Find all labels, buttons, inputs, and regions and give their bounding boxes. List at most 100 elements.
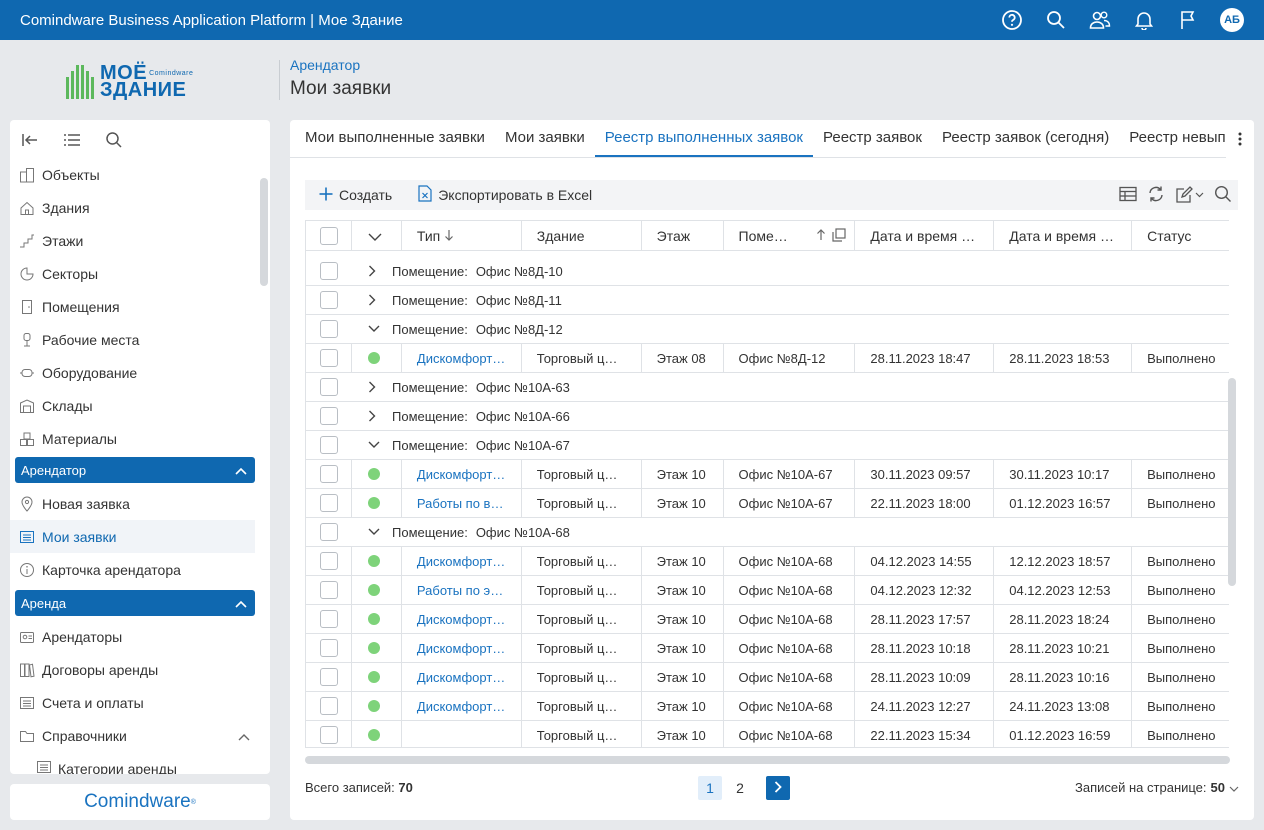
collapse-sidebar-icon[interactable] [20, 130, 40, 150]
tab-requests-registry-today[interactable]: Реестр заявок (сегодня) [932, 120, 1119, 157]
chevron-right-icon[interactable] [352, 373, 392, 401]
cell-type-link[interactable]: Дискомфорт… [402, 692, 522, 720]
sidebar-item-my-requests[interactable]: Мои заявки [10, 520, 255, 553]
sidebar-item-rooms[interactable]: Помещения [10, 290, 270, 323]
next-page-button[interactable] [766, 776, 790, 800]
tab-my-completed-requests[interactable]: Мои выполненные заявки [295, 120, 495, 157]
chevron-right-icon[interactable] [352, 257, 392, 285]
sidebar-scrollbar[interactable] [260, 178, 268, 286]
avatar[interactable]: АБ [1220, 8, 1244, 32]
row-checkbox[interactable] [320, 465, 338, 483]
expand-all-toggle[interactable] [352, 221, 402, 251]
breadcrumb[interactable]: Арендатор [290, 57, 360, 73]
sidebar-item-buildings[interactable]: Здания [10, 191, 270, 224]
chevron-down-icon[interactable] [352, 315, 392, 343]
sidebar-group-rent[interactable]: Аренда [15, 590, 255, 616]
row-checkbox[interactable] [320, 697, 338, 715]
group-row[interactable]: Помещение: Офис №10А-67 [306, 431, 1229, 460]
sidebar-item-new-request[interactable]: Новая заявка [10, 487, 270, 520]
table-row[interactable]: Торговый ц… Этаж 10 Офис №10А-68 22.11.2023… [306, 721, 1229, 747]
row-checkbox[interactable] [320, 378, 338, 396]
sidebar-group-tenant[interactable]: Арендатор [15, 457, 255, 483]
group-row[interactable]: Помещение: Офис №10А-66 [306, 402, 1229, 431]
table-row[interactable]: Дискомфорт… Торговый ц… Этаж 10 Офис №10А-6… [306, 605, 1229, 634]
page-2-button[interactable]: 2 [728, 776, 752, 800]
cell-type-link[interactable]: Работы по э… [402, 576, 522, 604]
cell-type-link[interactable]: Дискомфорт… [402, 547, 522, 575]
select-all-checkbox[interactable] [320, 227, 338, 245]
chevron-right-icon[interactable] [352, 402, 392, 430]
grid-vertical-scrollbar[interactable] [1228, 378, 1236, 586]
tab-requests-registry[interactable]: Реестр заявок [813, 120, 932, 157]
create-button[interactable]: Создать [305, 187, 392, 204]
refresh-icon[interactable] [1147, 185, 1165, 206]
chevron-up-icon[interactable] [238, 728, 250, 744]
table-row[interactable]: Дискомфорт… Торговый ц… Этаж 10 Офис №10А-6… [306, 663, 1229, 692]
row-checkbox[interactable] [320, 523, 338, 541]
sidebar-item-contracts[interactable]: Договоры аренды [10, 653, 270, 686]
row-checkbox[interactable] [320, 407, 338, 425]
row-checkbox[interactable] [320, 581, 338, 599]
sidebar-search-icon[interactable] [104, 130, 124, 150]
flag-icon[interactable] [1166, 0, 1210, 40]
help-icon[interactable] [990, 0, 1034, 40]
export-excel-button[interactable]: Экспортировать в Excel [392, 185, 592, 205]
row-checkbox[interactable] [320, 494, 338, 512]
sidebar-item-materials[interactable]: Материалы [10, 422, 270, 455]
row-checkbox[interactable] [320, 291, 338, 309]
sidebar-item-tenant-card[interactable]: Карточка арендатора [10, 553, 270, 586]
column-header-building[interactable]: Здание [522, 221, 642, 251]
more-tabs-icon[interactable] [1226, 120, 1254, 158]
sidebar-item-floors[interactable]: Этажи [10, 224, 270, 257]
bell-icon[interactable] [1122, 0, 1166, 40]
tab-completed-requests-registry[interactable]: Реестр выполненных заявок [594, 120, 813, 157]
sidebar-item-objects[interactable]: Объекты [10, 158, 270, 191]
group-row[interactable]: Помещение: Офис №8Д-12 [306, 315, 1229, 344]
search-icon[interactable] [1034, 0, 1078, 40]
sidebar-item-sectors[interactable]: Секторы [10, 257, 270, 290]
cell-type-link[interactable]: Дискомфорт… [402, 663, 522, 691]
column-header-status[interactable]: Статус [1132, 221, 1229, 251]
column-header-date-start[interactable]: Дата и время … [855, 221, 995, 251]
sidebar-subitem-rent-categories[interactable]: Категории аренды [10, 752, 270, 774]
table-row[interactable]: Дискомфорт… Торговый ц… Этаж 10 Офис №10А-6… [306, 460, 1229, 489]
sidebar-item-workplaces[interactable]: Рабочие места [10, 323, 270, 356]
row-checkbox[interactable] [320, 639, 338, 657]
sidebar-item-references[interactable]: Справочники [10, 719, 270, 752]
row-checkbox[interactable] [320, 320, 338, 338]
sidebar-item-tenants[interactable]: Арендаторы [10, 620, 270, 653]
sidebar-item-invoices[interactable]: Счета и оплаты [10, 686, 270, 719]
table-row[interactable]: Дискомфорт… Торговый ц… Этаж 08 Офис №8Д-12… [306, 344, 1229, 373]
records-per-page[interactable]: Записей на странице: 50 [1075, 780, 1239, 795]
row-checkbox[interactable] [320, 349, 338, 367]
chevron-right-icon[interactable] [352, 286, 392, 314]
row-checkbox[interactable] [320, 610, 338, 628]
column-header-room[interactable]: Поме… [724, 221, 856, 251]
table-row[interactable]: Работы по в… Торговый ц… Этаж 10 Офис №10А-… [306, 489, 1229, 518]
table-row[interactable]: Дискомфорт… Торговый ц… Этаж 10 Офис №10А-6… [306, 547, 1229, 576]
cell-type-link[interactable]: Дискомфорт… [402, 634, 522, 662]
column-header-type[interactable]: Тип [402, 221, 522, 251]
table-row[interactable]: Работы по э… Торговый ц… Этаж 10 Офис №10А-… [306, 576, 1229, 605]
sidebar-item-warehouses[interactable]: Склады [10, 389, 270, 422]
cell-type-link[interactable]: Работы по в… [402, 489, 522, 517]
row-checkbox[interactable] [320, 726, 338, 744]
table-settings-icon[interactable] [1119, 186, 1137, 205]
row-checkbox[interactable] [320, 262, 338, 280]
page-1-button[interactable]: 1 [698, 776, 722, 800]
group-row[interactable]: Помещение: Офис №10А-63 [306, 373, 1229, 402]
edit-icon[interactable] [1175, 186, 1204, 204]
cell-type-link[interactable]: Дискомфорт… [402, 344, 522, 372]
cell-type-link[interactable] [402, 721, 522, 747]
grid-search-icon[interactable] [1214, 185, 1232, 206]
group-row[interactable]: Помещение: Офис №10А-68 [306, 518, 1229, 547]
row-checkbox[interactable] [320, 436, 338, 454]
tab-my-requests[interactable]: Мои заявки [495, 120, 595, 157]
cell-type-link[interactable]: Дискомфорт… [402, 460, 522, 488]
column-header-floor[interactable]: Этаж [642, 221, 724, 251]
grid-horizontal-scrollbar[interactable] [305, 756, 1230, 764]
table-row[interactable]: Дискомфорт… Торговый ц… Этаж 10 Офис №10А-6… [306, 692, 1229, 721]
users-icon[interactable] [1078, 0, 1122, 40]
table-row[interactable]: Дискомфорт… Торговый ц… Этаж 10 Офис №10А-6… [306, 634, 1229, 663]
row-checkbox[interactable] [320, 668, 338, 686]
